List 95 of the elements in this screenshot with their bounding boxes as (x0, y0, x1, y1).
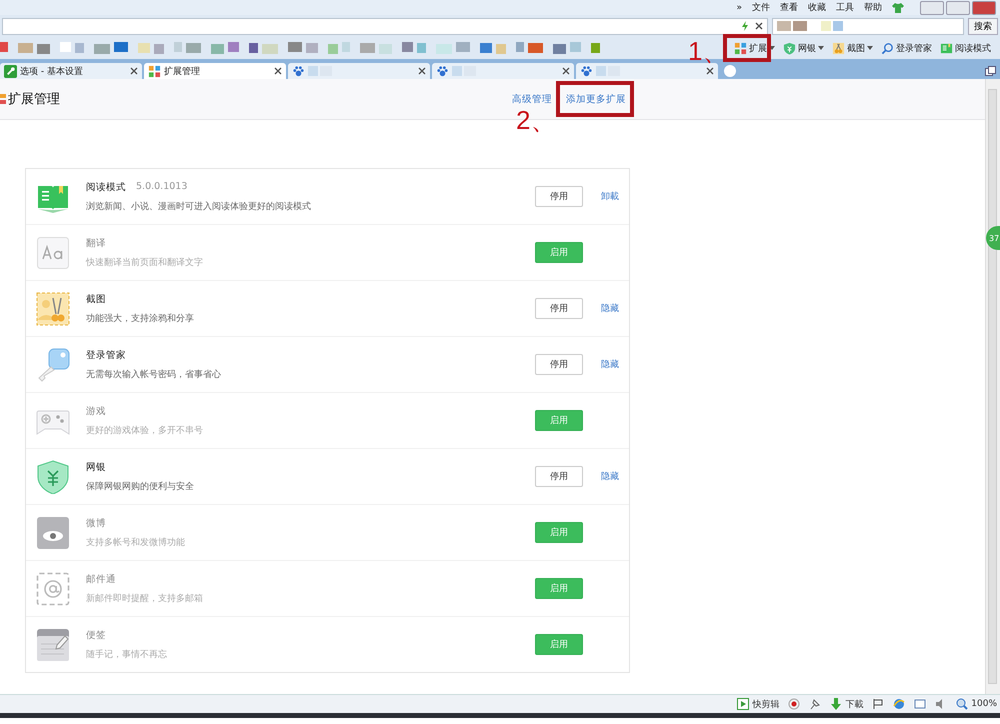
record-icon[interactable] (788, 698, 800, 710)
extension-description: 支持多帐号和发微博功能 (86, 536, 186, 548)
at-sign-icon (36, 572, 70, 606)
scissors-icon (832, 42, 845, 54)
download-arrow-icon (830, 698, 842, 710)
flag-icon[interactable] (872, 698, 884, 710)
close-button[interactable] (972, 0, 996, 14)
tshirt-icon[interactable] (892, 2, 904, 12)
scissors-icon (36, 292, 70, 326)
toolbar-button[interactable]: 阅读模式 (939, 42, 992, 54)
extension-description: 更好的游戏体验，多开不串号 (86, 424, 204, 436)
grid-icon (734, 42, 747, 54)
close-icon[interactable] (418, 67, 426, 75)
page-title: 扩展管理 (8, 91, 60, 108)
disable-button[interactable]: 停用 (535, 186, 583, 207)
extension-description: 功能强大，支持涂鸦和分享 (86, 312, 195, 324)
extension-name: 微博 (86, 516, 106, 530)
browser-tab[interactable] (576, 63, 718, 79)
extension-name: 翻译 (86, 236, 106, 250)
toolbar-button[interactable]: 登录管家 (880, 42, 933, 54)
book-icon (940, 42, 953, 54)
extension-name: 阅读模式 (86, 180, 126, 194)
paw-icon (580, 64, 593, 78)
disable-button[interactable]: 停用 (535, 466, 583, 487)
extension-icon (0, 93, 6, 105)
link[interactable]: 高级管理 (512, 92, 552, 106)
link[interactable]: 隐藏 (601, 472, 619, 482)
extension-name: 便签 (86, 628, 106, 642)
windows-icon[interactable] (985, 66, 996, 76)
menu-item[interactable]: 帮助 (864, 1, 882, 14)
extension-name: 网银 (86, 460, 106, 474)
search-field[interactable] (772, 18, 964, 34)
status-item[interactable]: 100% (956, 698, 997, 710)
extension-description: 保障网银网购的便利与安全 (86, 480, 195, 492)
menu-chevron[interactable]: » (736, 2, 742, 12)
annotation-number: 1、 (688, 38, 728, 64)
annotation-number: 2、 (516, 106, 556, 132)
paw-icon (292, 64, 305, 78)
pin-icon[interactable] (809, 698, 822, 710)
close-icon[interactable] (130, 67, 138, 75)
toolbar-button[interactable]: 网银 (782, 42, 825, 54)
menu-item[interactable]: 文件 (752, 1, 770, 14)
menu-item[interactable]: 收藏 (808, 1, 826, 14)
extension-description: 新邮件即时提醒，支持多邮箱 (86, 592, 204, 604)
lightning-icon (741, 21, 749, 31)
disable-button[interactable]: 停用 (535, 354, 583, 375)
key-icon (36, 348, 70, 382)
extension-description: 浏览新闻、小说、漫画时可进入阅读体验更好的阅读模式 (86, 200, 312, 212)
browser-icon[interactable] (893, 698, 906, 710)
blurred-tab-title-drawing (596, 66, 620, 76)
paw-icon (436, 64, 449, 78)
eye-icon (36, 516, 70, 550)
browser-tab[interactable]: 选项 - 基本设置 (0, 63, 142, 79)
minimize-button[interactable] (920, 0, 944, 14)
link[interactable]: 添加更多扩展 (566, 92, 626, 106)
extension-name: 截图 (86, 292, 106, 306)
zoom-icon (956, 698, 968, 710)
status-item[interactable]: 快剪辑 (737, 698, 780, 710)
search-icon (881, 42, 894, 54)
close-icon[interactable] (562, 67, 570, 75)
address-field[interactable] (2, 18, 768, 34)
shield-icon (783, 42, 796, 54)
window-icon[interactable] (914, 698, 926, 710)
shield-icon (36, 460, 70, 494)
new-tab-button[interactable] (724, 65, 736, 77)
play-icon (737, 698, 750, 710)
close-icon[interactable] (274, 67, 282, 75)
extension-description: 无需每次输入帐号密码，省事省心 (86, 368, 222, 380)
maximize-button[interactable] (946, 0, 970, 14)
disable-button[interactable]: 停用 (535, 298, 583, 319)
blurred-tab-title-drawing (452, 66, 476, 76)
extension-name: 登录管家 (86, 348, 126, 362)
browser-tab[interactable] (288, 63, 430, 79)
extension-name: 游戏 (86, 404, 106, 418)
close-icon[interactable] (706, 67, 714, 75)
notepad-icon (36, 628, 70, 662)
search-button[interactable]: 搜索 (968, 18, 998, 34)
toolbar-button[interactable]: 扩展 (733, 42, 776, 54)
toolbar-button[interactable]: 截图 (831, 42, 874, 54)
link[interactable]: 卸載 (601, 192, 619, 202)
grid-icon (148, 64, 161, 78)
extension-description: 随手记，事情不再忘 (86, 648, 168, 660)
extension-version: 5.0.0.1013 (136, 180, 188, 194)
extension-name: 邮件通 (86, 572, 116, 586)
blurred-tab-title-drawing (308, 66, 332, 76)
link[interactable]: 隐藏 (601, 304, 619, 314)
link[interactable]: 隐藏 (601, 360, 619, 370)
browser-tab[interactable] (432, 63, 574, 79)
menu-item[interactable]: 查看 (780, 1, 798, 14)
close-icon[interactable] (755, 22, 763, 30)
menu-item[interactable]: 工具 (836, 1, 854, 14)
browser-tab[interactable]: 扩展管理 (144, 63, 286, 79)
extension-description: 快速翻译当前页面和翻译文字 (86, 256, 204, 268)
status-item[interactable]: 下載 (830, 698, 864, 710)
text-sample-icon (36, 236, 70, 270)
